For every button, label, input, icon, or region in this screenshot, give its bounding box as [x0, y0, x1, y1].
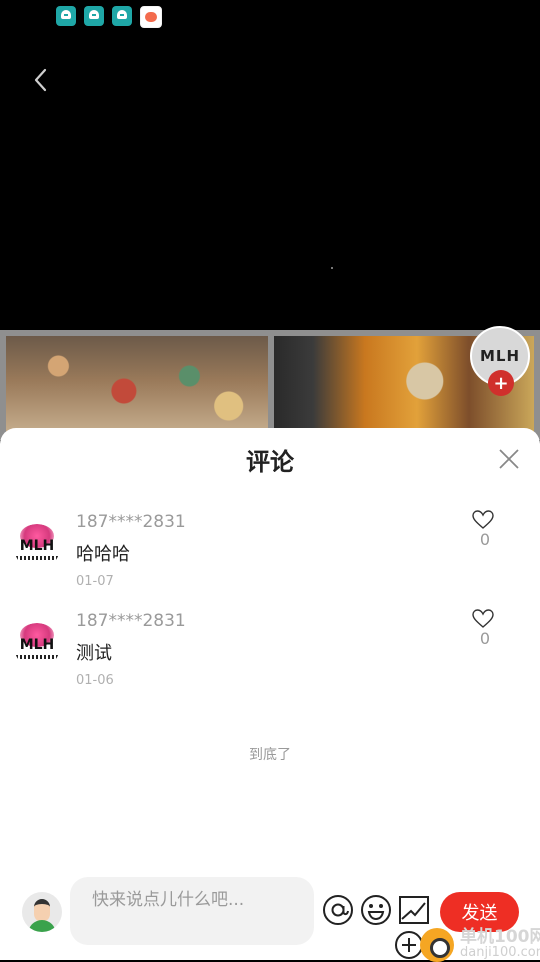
at-icon[interactable]	[322, 894, 354, 926]
author-avatar-text: MLH	[479, 347, 521, 365]
heart-app-icon	[140, 6, 162, 28]
app-ghost-icon	[56, 6, 76, 26]
video-player[interactable]	[0, 0, 540, 330]
comment-text: 哈哈哈	[76, 544, 130, 565]
comment-date: 01-07	[76, 574, 114, 589]
commenter-avatar[interactable]: MLH	[14, 524, 60, 570]
follow-button[interactable]: +	[488, 370, 514, 396]
like-count: 0	[479, 629, 491, 648]
app-ghost-icon	[84, 6, 104, 26]
avatar-subtext	[16, 655, 58, 659]
heart-icon[interactable]	[472, 609, 494, 629]
comment-input[interactable]	[90, 887, 304, 913]
app-ghost-icon	[112, 6, 132, 26]
comment-input-bar: 发送 单机100网 danji100.com	[0, 868, 540, 962]
comment-username: 187****2831	[76, 611, 186, 631]
heart-icon[interactable]	[472, 510, 494, 530]
close-icon[interactable]	[496, 446, 522, 472]
watermark-line1: 单机100网	[460, 927, 540, 947]
back-arrow-icon[interactable]	[28, 66, 56, 94]
image-icon[interactable]	[398, 894, 430, 926]
send-button[interactable]: 发送	[440, 892, 519, 932]
status-bar-icons	[56, 6, 162, 28]
avatar-head	[34, 899, 50, 922]
site-watermark: 单机100网 danji100.com	[420, 928, 540, 962]
comment-input-box[interactable]	[70, 877, 314, 945]
avatar-text: MLH	[19, 637, 55, 653]
comment-text: 测试	[76, 643, 112, 664]
end-of-list-text: 到底了	[249, 747, 291, 763]
like-count: 0	[479, 530, 491, 549]
emoji-icon[interactable]	[360, 894, 392, 926]
video-dot	[331, 267, 333, 269]
sheet-title: 评论	[246, 448, 294, 476]
avatar-text: MLH	[19, 538, 55, 554]
watermark-logo-icon	[420, 928, 454, 962]
post-image-gallery[interactable]	[0, 330, 540, 440]
avatar-subtext	[16, 556, 58, 560]
market-photo[interactable]	[6, 336, 268, 436]
comment-item: MLH 187****2831 测试 01-06 0	[0, 609, 540, 699]
comment-sheet: 评论 MLH 187****2831 哈哈哈 01-07 0 MLH 187**…	[0, 428, 540, 962]
avatar-body	[28, 920, 56, 932]
comment-date: 01-06	[76, 673, 114, 688]
user-avatar[interactable]	[22, 892, 62, 932]
comment-username: 187****2831	[76, 512, 186, 532]
comment-item: MLH 187****2831 哈哈哈 01-07 0	[0, 510, 540, 600]
commenter-avatar[interactable]: MLH	[14, 623, 60, 669]
watermark-line2: danji100.com	[460, 945, 540, 960]
